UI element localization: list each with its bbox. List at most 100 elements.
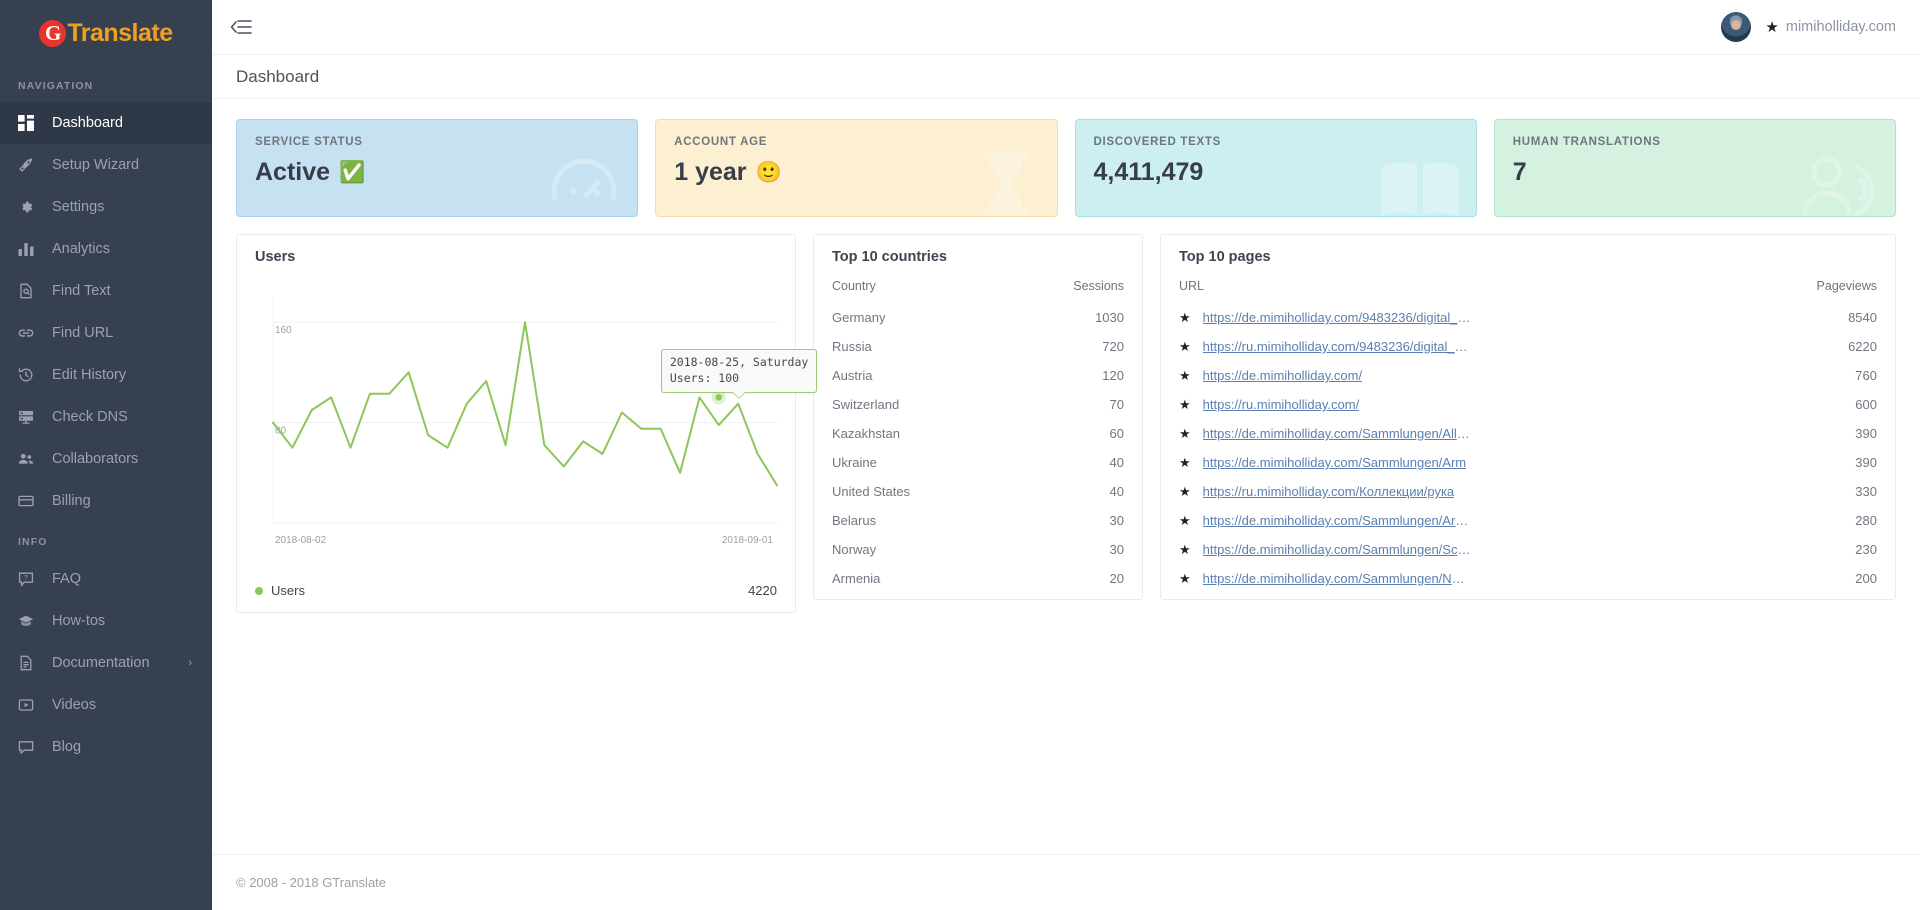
table-row: ★ https://de.mimiholliday.com/Sammlungen/…	[1161, 506, 1895, 535]
country-name: Austria	[814, 361, 1000, 390]
sidebar-item-dashboard[interactable]: Dashboard	[0, 102, 212, 144]
page-url-link[interactable]: https://ru.mimiholliday.com/Коллекции/ру…	[1203, 484, 1455, 499]
rocket-icon	[18, 157, 44, 173]
country-sessions: 720	[1000, 332, 1142, 361]
stat-card-account-age[interactable]: ACCOUNT AGE1 year🙂	[655, 119, 1057, 217]
star-icon: ★	[1179, 514, 1191, 527]
svg-text:2018-09-01: 2018-09-01	[722, 535, 774, 546]
table-row: Germany1030	[814, 303, 1142, 332]
stat-card-emoji: 🙂	[756, 162, 782, 183]
page-url-link[interactable]: https://de.mimiholliday.com/9483236/digi…	[1203, 310, 1471, 325]
sidebar-item-label: Collaborators	[44, 451, 138, 467]
page-url-link[interactable]: https://de.mimiholliday.com/Sammlungen/A…	[1203, 513, 1471, 528]
page-url-link[interactable]: https://de.mimiholliday.com/Sammlungen/A…	[1203, 455, 1466, 470]
sidebar-item-label: Blog	[44, 739, 81, 755]
sidebar-item-find-url[interactable]: Find URL	[0, 312, 212, 354]
table-row: ★https://de.mimiholliday.com/760	[1161, 361, 1895, 390]
page-title-bar: Dashboard	[212, 55, 1920, 99]
sidebar-item-documentation[interactable]: Documentation›	[0, 642, 212, 684]
users-chart-footer: Users 4220	[237, 573, 795, 612]
avatar[interactable]	[1721, 12, 1751, 42]
page-url-cell: ★ https://ru.mimiholliday.com/9483236/dig…	[1161, 332, 1728, 361]
sidebar-item-billing[interactable]: Billing	[0, 480, 212, 522]
page-url-link[interactable]: https://de.mimiholliday.com/	[1203, 368, 1362, 383]
country-name: Armenia	[814, 564, 1000, 599]
sidebar-info-list: ? FAQ How-tosDocumentation›Videos Blog	[0, 558, 212, 768]
star-icon: ★	[1179, 456, 1191, 469]
app-root: G Translate NAVIGATION DashboardSetup Wi…	[0, 0, 1920, 910]
topbar-right-group: ★ mimiholliday.com	[1721, 12, 1896, 42]
page-pageviews: 200	[1728, 564, 1895, 599]
star-icon: ★	[1179, 543, 1191, 556]
stat-card-human-translations[interactable]: HUMAN TRANSLATIONS7	[1494, 119, 1896, 217]
stat-card-label: ACCOUNT AGE	[674, 136, 1038, 148]
bar-chart-icon	[18, 241, 44, 257]
country-sessions: 60	[1000, 419, 1142, 448]
chart-legend[interactable]: Users	[255, 583, 305, 598]
sidebar-item-settings[interactable]: Settings	[0, 186, 212, 228]
countries-table-head: Country Sessions	[814, 275, 1142, 303]
countries-header-row: Country Sessions	[814, 275, 1142, 303]
sidebar-item-label: FAQ	[44, 571, 81, 587]
sidebar-item-analytics[interactable]: Analytics	[0, 228, 212, 270]
sidebar-item-label: Billing	[44, 493, 91, 509]
domain-selector[interactable]: ★ mimiholliday.com	[1765, 19, 1896, 35]
users-chart-area[interactable]: 160802018-08-022018-09-01 2018-08-25, Sa…	[237, 275, 795, 573]
sidebar: G Translate NAVIGATION DashboardSetup Wi…	[0, 0, 212, 910]
sidebar-item-collaborators[interactable]: Collaborators	[0, 438, 212, 480]
video-play-icon	[18, 697, 44, 713]
legend-total: 4220	[748, 583, 777, 598]
page-pageviews: 600	[1728, 390, 1895, 419]
country-sessions: 30	[1000, 506, 1142, 535]
page-url-link[interactable]: https://ru.mimiholliday.com/9483236/digi…	[1203, 339, 1471, 354]
country-name: Belarus	[814, 506, 1000, 535]
svg-text:?: ?	[24, 575, 28, 582]
copyright-text: © 2008 - 2018 GTranslate	[236, 875, 386, 890]
table-row: Switzerland70	[814, 390, 1142, 419]
star-icon: ★	[1179, 340, 1191, 353]
sidebar-item-label: Check DNS	[44, 409, 128, 425]
page-pageviews: 330	[1728, 477, 1895, 506]
country-name: Russia	[814, 332, 1000, 361]
page-url-link[interactable]: https://de.mimiholliday.com/Sammlungen/A…	[1203, 426, 1471, 441]
gtranslate-g-icon: G	[39, 20, 66, 47]
sidebar-collapse-icon[interactable]	[230, 20, 252, 34]
content-area: SERVICE STATUSActive✅ACCOUNT AGE1 year🙂D…	[212, 99, 1920, 854]
tooltip-date: 2018-08-25, Saturday	[670, 355, 808, 371]
sidebar-item-label: Edit History	[44, 367, 126, 383]
link-icon	[18, 325, 44, 341]
sidebar-item-faq[interactable]: ? FAQ	[0, 558, 212, 600]
page-pageviews: 280	[1728, 506, 1895, 535]
stat-card-discovered-texts[interactable]: DISCOVERED TEXTS4,411,479	[1075, 119, 1477, 217]
tooltip-value: Users: 100	[670, 371, 808, 387]
sidebar-item-edit-history[interactable]: Edit History	[0, 354, 212, 396]
country-name: Germany	[814, 303, 1000, 332]
sidebar-item-label: Setup Wizard	[44, 157, 139, 173]
pages-table-body: ★ https://de.mimiholliday.com/9483236/dig…	[1161, 303, 1895, 599]
stat-card-service-status[interactable]: SERVICE STATUSActive✅	[236, 119, 638, 217]
sidebar-item-blog[interactable]: Blog	[0, 726, 212, 768]
sidebar-item-setup-wizard[interactable]: Setup Wizard	[0, 144, 212, 186]
sidebar-item-how-tos[interactable]: How-tos	[0, 600, 212, 642]
page-pageviews: 760	[1728, 361, 1895, 390]
sidebar-item-check-dns[interactable]: Check DNS	[0, 396, 212, 438]
page-url-link[interactable]: https://ru.mimiholliday.com/	[1203, 397, 1360, 412]
brand-logo[interactable]: G Translate	[0, 0, 212, 66]
sidebar-item-label: Dashboard	[44, 115, 123, 131]
comment-icon	[18, 739, 44, 755]
page-pageviews: 230	[1728, 535, 1895, 564]
table-row: Ukraine40	[814, 448, 1142, 477]
users-line-chart[interactable]: 160802018-08-022018-09-01	[251, 275, 783, 565]
page-pageviews: 390	[1728, 448, 1895, 477]
top-pages-panel: Top 10 pages URL Pageviews ★https://de.m…	[1160, 234, 1896, 600]
legend-label: Users	[271, 583, 305, 598]
stat-card-value-row: 4,411,479	[1094, 158, 1458, 187]
chevron-right-icon: ›	[188, 657, 192, 669]
sidebar-item-videos[interactable]: Videos	[0, 684, 212, 726]
page-url-cell: ★https://ru.mimiholliday.com/	[1161, 390, 1728, 419]
sidebar-item-find-text[interactable]: Find Text	[0, 270, 212, 312]
page-url-link[interactable]: https://de.mimiholliday.com/Sammlungen/N…	[1203, 571, 1471, 586]
page-url-link[interactable]: https://de.mimiholliday.com/Sammlungen/S…	[1203, 542, 1471, 557]
country-name: Switzerland	[814, 390, 1000, 419]
star-icon: ★	[1765, 20, 1778, 35]
